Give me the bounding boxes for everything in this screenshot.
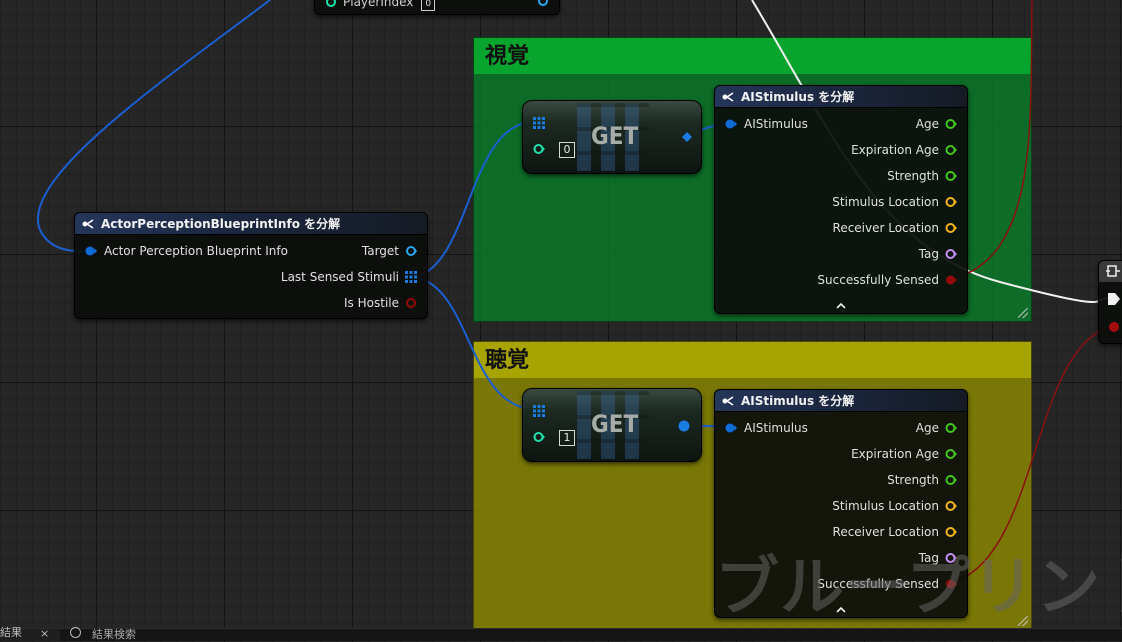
blueprint-watermark: ブループリント: [715, 551, 1122, 625]
stimulus-location-pin-row[interactable]: Stimulus Location: [832, 194, 957, 210]
pin-label: Receiver Location: [832, 221, 939, 235]
int-pin-icon[interactable]: [325, 0, 337, 8]
get-label: GET: [591, 122, 639, 150]
input-pin-row[interactable]: AIStimulus: [725, 116, 808, 132]
pin-label: Last Sensed Stimuli: [280, 270, 399, 284]
get-label: GET: [591, 410, 639, 438]
strength-pin-row[interactable]: Strength: [887, 472, 957, 488]
exec-pin-icon[interactable]: [1107, 292, 1121, 306]
results-tab[interactable]: 結果 ×: [0, 626, 60, 641]
partial-exec-node[interactable]: [1098, 260, 1122, 344]
vector-pin-icon[interactable]: [945, 196, 957, 208]
struct-pin-icon[interactable]: [725, 422, 737, 434]
int-pin-icon[interactable]: [533, 143, 545, 155]
index-input[interactable]: 0: [559, 142, 575, 158]
input-pin-row[interactable]: AIStimulus: [725, 420, 808, 436]
stimulus-location-pin-row[interactable]: Stimulus Location: [832, 498, 957, 514]
strength-pin-row[interactable]: Strength: [887, 168, 957, 184]
pin-label: Tag: [918, 247, 939, 261]
receiver-location-pin-row[interactable]: Receiver Location: [833, 220, 957, 236]
node-header[interactable]: AIStimulus を分解: [715, 390, 967, 412]
pin-label: Age: [915, 421, 939, 435]
search-icon[interactable]: [70, 627, 81, 638]
last-sensed-stimuli-pin-row[interactable]: Last Sensed Stimuli: [281, 269, 417, 285]
index-box[interactable]: 0: [421, 0, 436, 11]
float-pin-icon[interactable]: [945, 422, 957, 434]
age-pin-row[interactable]: Age: [916, 116, 957, 132]
tag-pin-row[interactable]: Tag: [919, 246, 957, 262]
struct-pin-icon[interactable]: [725, 118, 737, 130]
node-title: AIStimulus を分解: [741, 90, 855, 104]
function-icon: [1106, 265, 1120, 277]
split-struct-icon: [82, 218, 94, 229]
name-pin-icon[interactable]: [945, 248, 957, 260]
pin-label: Is Hostile: [344, 296, 399, 310]
array-grid-icon[interactable]: [405, 271, 417, 283]
wire-array-2: [417, 277, 533, 410]
collapse-chevron-icon[interactable]: [836, 302, 846, 310]
pin-label: AIStimulus: [744, 421, 808, 435]
pin-label: Expiration Age: [851, 143, 939, 157]
bool-pin-icon[interactable]: [945, 274, 957, 286]
pin-label: Strength: [887, 169, 939, 183]
close-icon[interactable]: ×: [40, 627, 49, 640]
index-input[interactable]: 1: [559, 430, 575, 446]
break-ai-stimulus-node-sight[interactable]: AIStimulus を分解 AIStimulus Age Expiration…: [714, 85, 968, 314]
break-actor-perception-node[interactable]: ActorPerceptionBlueprintInfo を分解 Actor P…: [74, 212, 428, 319]
get-array-node-1[interactable]: GET 1: [522, 388, 702, 462]
object-pin-icon[interactable]: [405, 245, 417, 257]
pin-label: Stimulus Location: [832, 499, 939, 513]
struct-output-pin-icon[interactable]: [681, 131, 693, 143]
get-array-node-0[interactable]: GET 0: [522, 100, 702, 174]
array-grid-icon[interactable]: [533, 405, 545, 417]
float-pin-icon[interactable]: [945, 118, 957, 130]
bool-pin-icon[interactable]: [1107, 320, 1121, 334]
output-pin-icon[interactable]: [537, 0, 549, 7]
tab-label: 結果: [0, 626, 22, 639]
bool-pin-icon[interactable]: [405, 297, 417, 309]
input-pin-row[interactable]: Actor Perception Blueprint Info: [85, 243, 288, 259]
pin-label: Successfully Sensed: [817, 273, 939, 287]
pin-label: Expiration Age: [851, 447, 939, 461]
expiration-age-pin-row[interactable]: Expiration Age: [851, 142, 957, 158]
pin-label: PlayerIndex: [343, 0, 414, 9]
float-pin-icon[interactable]: [945, 448, 957, 460]
wire-array-1: [417, 121, 533, 277]
vector-pin-icon[interactable]: [945, 500, 957, 512]
player-index-pin[interactable]: PlayerIndex 0: [325, 0, 436, 11]
player-index-node[interactable]: PlayerIndex 0: [314, 0, 560, 15]
node-title: ActorPerceptionBlueprintInfo を分解: [101, 217, 341, 231]
int-pin-icon[interactable]: [533, 431, 545, 443]
float-pin-icon[interactable]: [945, 474, 957, 486]
split-struct-icon: [722, 395, 734, 406]
vector-pin-icon[interactable]: [945, 222, 957, 234]
array-grid-icon[interactable]: [533, 117, 545, 129]
pin-label: AIStimulus: [744, 117, 808, 131]
node-header[interactable]: AIStimulus を分解: [715, 86, 967, 108]
is-hostile-pin-row[interactable]: Is Hostile: [344, 295, 417, 311]
node-header[interactable]: ActorPerceptionBlueprintInfo を分解: [75, 213, 427, 235]
struct-pin-icon[interactable]: [85, 245, 97, 257]
pin-label: Target: [361, 244, 399, 258]
target-pin-row[interactable]: Target: [362, 243, 417, 259]
float-pin-icon[interactable]: [945, 144, 957, 156]
pin-label: Stimulus Location: [832, 195, 939, 209]
bottom-panel-bar: 結果 × 結果検索: [0, 626, 1122, 641]
pin-label: Actor Perception Blueprint Info: [104, 244, 288, 258]
pin-label: Strength: [887, 473, 939, 487]
node-header[interactable]: [1099, 261, 1122, 282]
node-title: AIStimulus を分解: [741, 394, 855, 408]
float-pin-icon[interactable]: [945, 170, 957, 182]
successfully-sensed-pin-row[interactable]: Successfully Sensed: [817, 272, 957, 288]
age-pin-row[interactable]: Age: [916, 420, 957, 436]
expiration-age-pin-row[interactable]: Expiration Age: [851, 446, 957, 462]
struct-output-pin-icon[interactable]: [677, 419, 691, 433]
split-struct-icon: [722, 91, 734, 102]
pin-label: Age: [915, 117, 939, 131]
